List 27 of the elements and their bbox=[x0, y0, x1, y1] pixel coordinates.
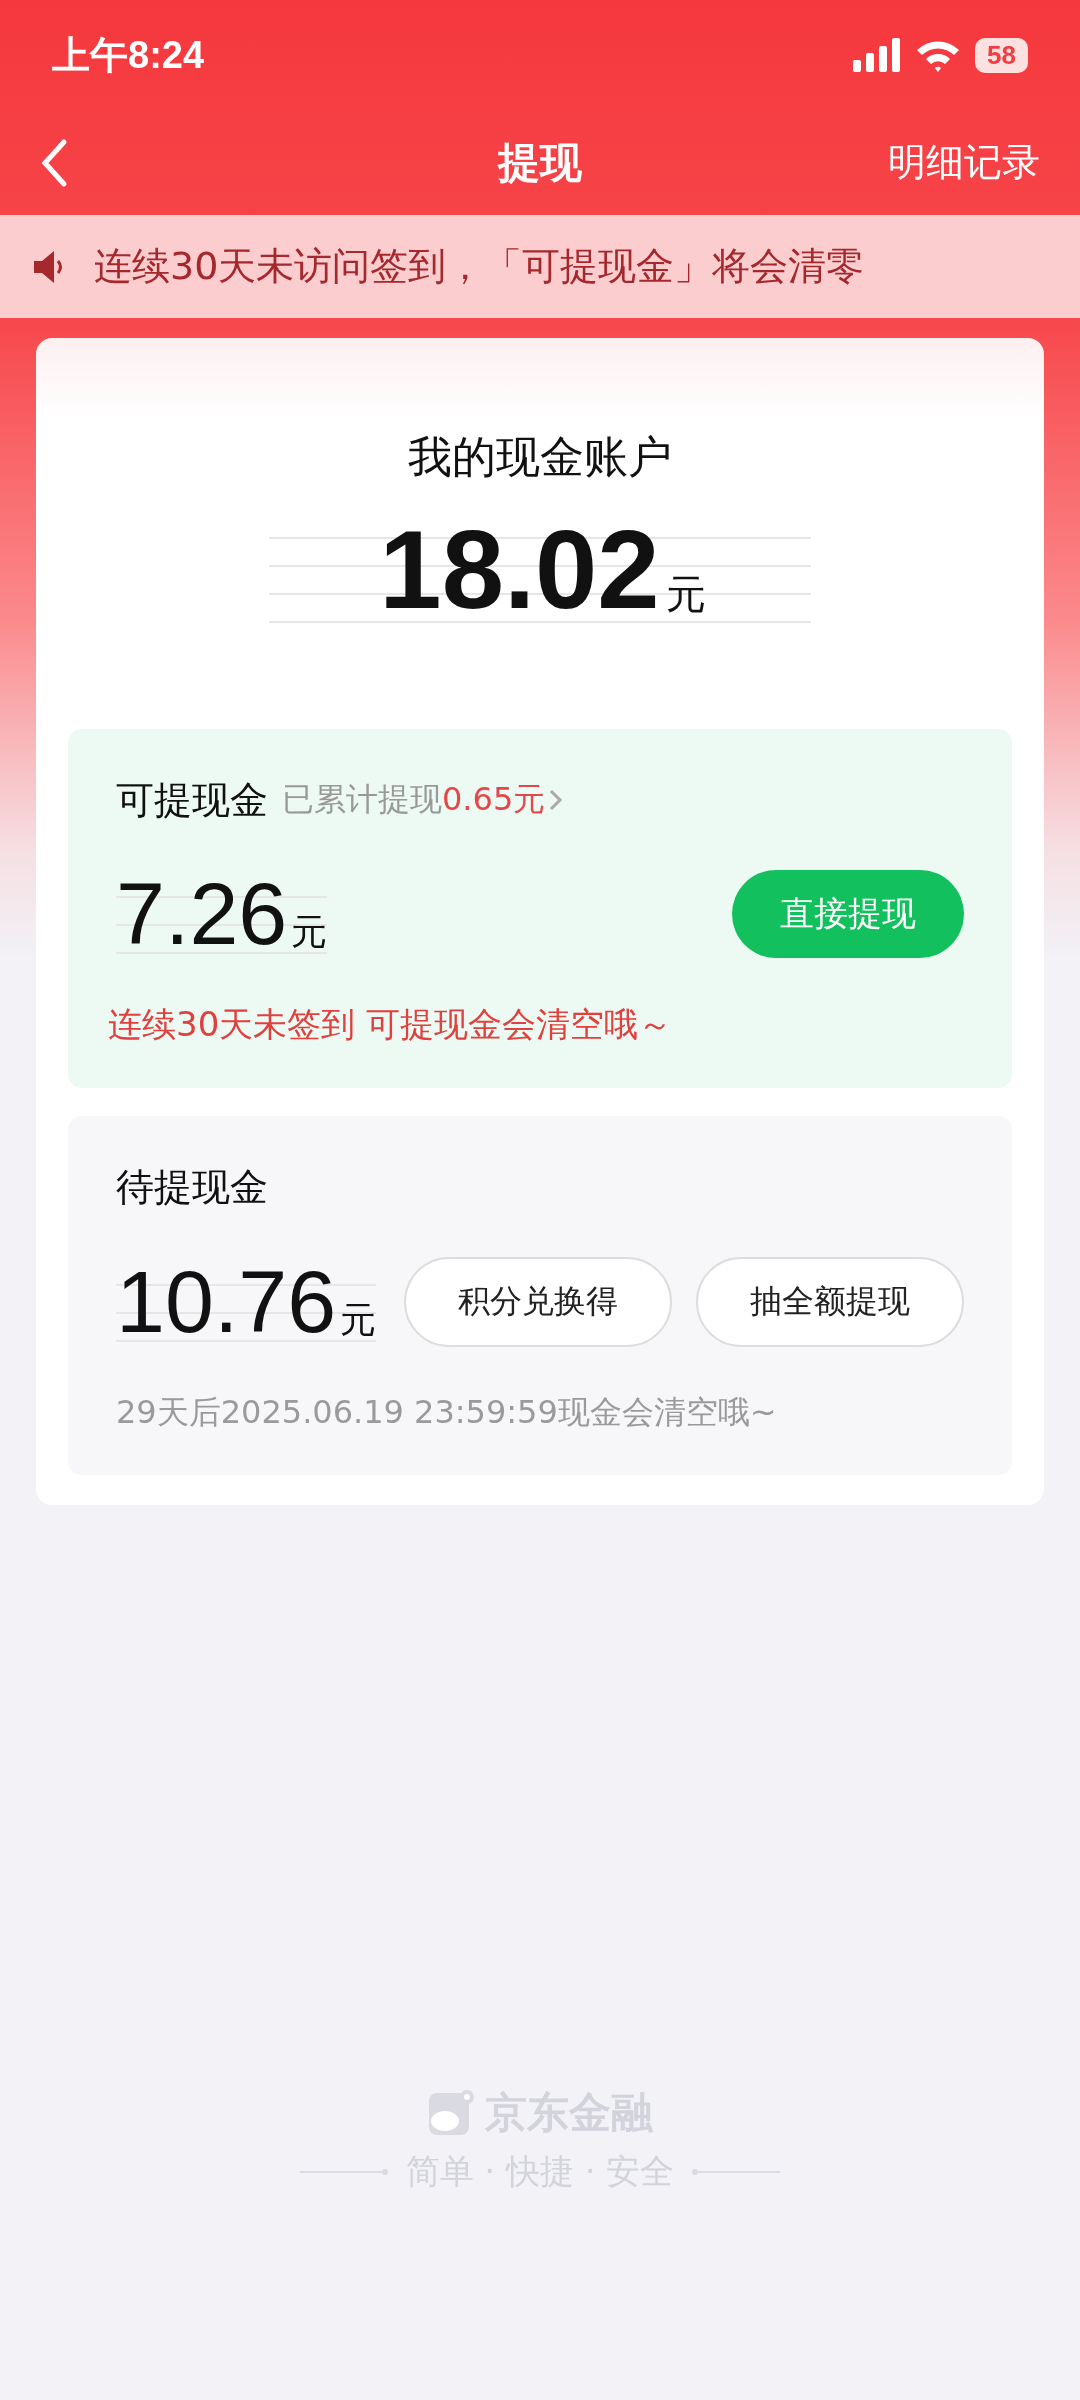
withdraw-button[interactable]: 直接提现 bbox=[732, 869, 964, 958]
speaker-icon bbox=[34, 249, 64, 284]
details-link[interactable]: 明细记录 bbox=[888, 137, 1040, 188]
balance-amount: 18.02 bbox=[378, 511, 661, 629]
signal-icon bbox=[853, 38, 902, 72]
outline-button[interactable]: 积分兑换得 bbox=[404, 1256, 672, 1347]
battery-level: 58 bbox=[975, 37, 1028, 73]
wifi-icon bbox=[915, 38, 962, 72]
divider-ornament-icon bbox=[299, 2167, 390, 2176]
currency-unit: 元 bbox=[291, 909, 328, 954]
logo-icon bbox=[427, 2088, 475, 2137]
amount: 7.26 bbox=[116, 869, 288, 958]
section-title: 待提现金 bbox=[116, 1163, 268, 1211]
section-title: 可提现金 bbox=[116, 776, 268, 824]
history-link[interactable]: 已累计提现0.65元 bbox=[282, 778, 568, 823]
warning-text: 连续30天未签到 可提现金会清空哦～ bbox=[108, 1002, 674, 1046]
status-time: 上午8:24 bbox=[52, 32, 205, 78]
amount: 10.76 bbox=[116, 1257, 337, 1346]
notice-text: 连续30天未访问签到，「可提现金」将会清零 bbox=[94, 243, 865, 290]
page-title: 提现 bbox=[498, 137, 582, 187]
account-title: 我的现金账户 bbox=[408, 430, 672, 484]
divider-ornament-icon bbox=[690, 2167, 781, 2176]
currency-unit: 元 bbox=[340, 1297, 377, 1342]
currency-unit: 元 bbox=[665, 570, 707, 619]
back-button[interactable] bbox=[40, 137, 68, 188]
outline-button[interactable]: 抽全额提现 bbox=[696, 1256, 964, 1347]
expiry-note: 29天后2025.06.19 23:59:59现金会清空哦~ bbox=[116, 1391, 778, 1433]
